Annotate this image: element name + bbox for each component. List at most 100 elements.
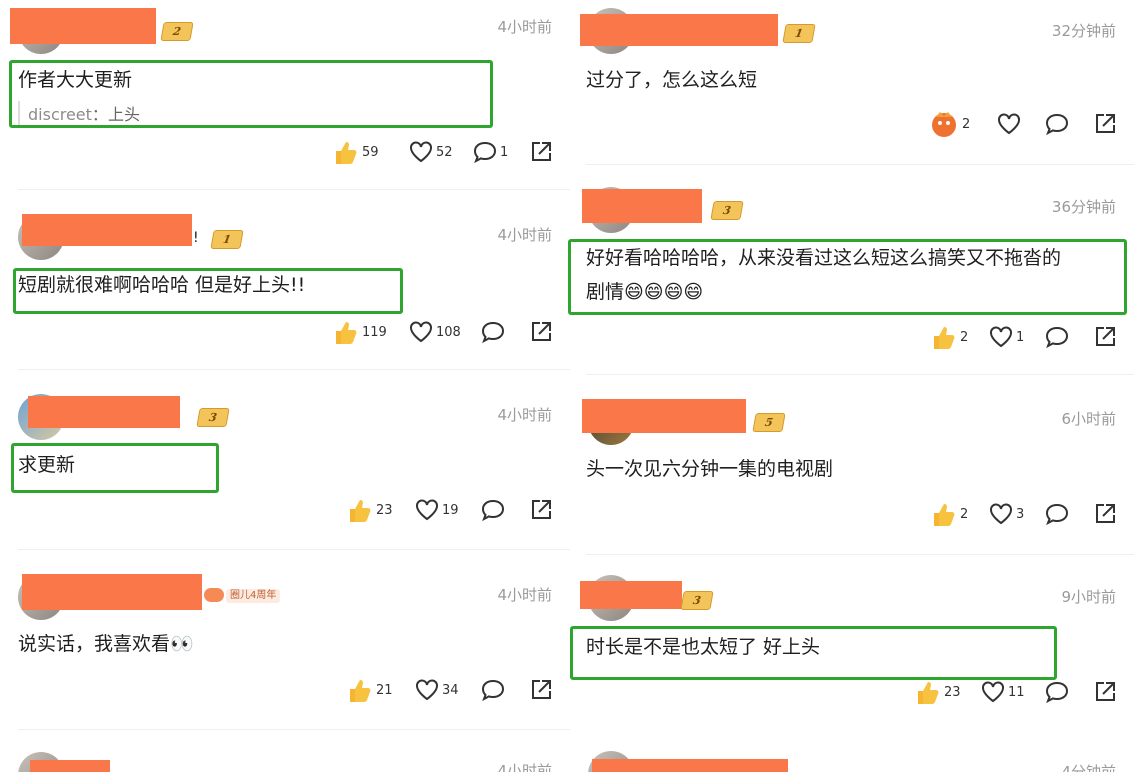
like-count: 59 — [362, 144, 379, 160]
level-badge: 5 — [752, 413, 786, 432]
share-icon — [1096, 682, 1115, 701]
heart-button[interactable]: 108 — [408, 316, 461, 348]
comment-icon — [1045, 113, 1069, 136]
like-button[interactable]: 59 — [330, 136, 379, 168]
timestamp: 6小时前 — [1061, 410, 1116, 428]
thumbs-up-icon — [350, 680, 371, 702]
left-comment-column: 2 4小时前 作者大大更新 discreet：上头 59 52 1 ! 1 4小… — [0, 0, 570, 772]
action-bar: 59 52 1 — [330, 136, 560, 168]
share-button[interactable] — [528, 316, 554, 348]
comment-text: 过分了，怎么这么短 — [586, 69, 758, 91]
heart-button[interactable]: 1 — [988, 321, 1024, 353]
like-count: 23 — [944, 684, 961, 700]
share-button[interactable] — [528, 674, 554, 706]
action-bar: 21 34 — [344, 674, 560, 706]
redacted-username — [10, 8, 156, 44]
heart-icon — [990, 326, 1012, 348]
thumbs-up-icon — [934, 504, 955, 526]
timestamp: 9小时前 — [1061, 588, 1116, 606]
comment-item: 5 6小时前 头一次见六分钟一集的电视剧 2 3 — [572, 375, 1134, 555]
highlight-box — [11, 443, 219, 493]
redacted-username — [582, 399, 746, 433]
share-button[interactable] — [1092, 676, 1118, 708]
heart-button[interactable]: 11 — [980, 676, 1025, 708]
heart-button[interactable]: 34 — [414, 674, 459, 706]
comment-button[interactable] — [480, 494, 506, 526]
heart-icon — [990, 503, 1012, 525]
level-badge: 3 — [196, 408, 230, 427]
comment-item: 3 4小时前 求更新 23 19 — [0, 370, 570, 550]
heart-count: 108 — [436, 324, 461, 340]
like-button[interactable]: 2 — [928, 321, 968, 353]
comment-button[interactable] — [1044, 108, 1070, 140]
like-count: 2 — [960, 506, 969, 522]
comment-item: 3 9小时前 时长是不是也太短了 好上头 23 11 — [570, 555, 1134, 733]
share-icon — [532, 680, 551, 699]
like-count: 21 — [376, 682, 393, 698]
heart-icon — [982, 681, 1004, 703]
comment-icon — [481, 679, 505, 702]
share-icon — [532, 142, 551, 161]
redacted-username — [580, 581, 682, 609]
thumbs-up-icon — [934, 327, 955, 349]
comment-button[interactable] — [1044, 498, 1070, 530]
thumbs-up-icon — [336, 142, 357, 164]
share-button[interactable] — [528, 494, 554, 526]
heart-count: 11 — [1008, 684, 1025, 700]
share-icon — [532, 322, 551, 341]
comment-button[interactable]: 1 — [472, 136, 508, 168]
share-button[interactable] — [528, 136, 554, 168]
redacted-username — [22, 574, 202, 610]
heart-icon — [416, 679, 438, 701]
share-button[interactable] — [1092, 498, 1118, 530]
share-button[interactable] — [1092, 321, 1118, 353]
comment-item: 圈儿4周年 4小时前 说实话，我喜欢看👀 21 34 — [0, 550, 570, 730]
comment-item: 2 4小时前 作者大大更新 discreet：上头 59 52 1 — [0, 0, 570, 190]
thumbs-up-icon — [336, 322, 357, 344]
comment-icon — [473, 141, 497, 164]
comment-button[interactable] — [1044, 676, 1070, 708]
comment-item: 4分钟前 — [572, 733, 1134, 772]
timestamp: 4分钟前 — [1061, 763, 1116, 772]
heart-count: 34 — [442, 682, 459, 698]
action-bar: 2 3 — [928, 498, 1128, 530]
heart-icon — [998, 113, 1020, 135]
action-bar: 23 11 — [912, 676, 1128, 708]
comment-button[interactable] — [480, 316, 506, 348]
heart-button[interactable]: 3 — [988, 498, 1024, 530]
like-button[interactable]: 119 — [330, 316, 387, 348]
share-button[interactable] — [1092, 108, 1118, 140]
highlight-box — [568, 239, 1127, 315]
highlight-box — [570, 626, 1057, 680]
redacted-username — [582, 189, 702, 223]
share-icon — [1096, 504, 1115, 523]
like-count: 119 — [362, 324, 387, 340]
level-badge: 3 — [710, 201, 744, 220]
redacted-username — [28, 396, 180, 428]
gift-count: 2 — [962, 116, 971, 132]
heart-button[interactable] — [996, 108, 1022, 140]
share-icon — [1096, 114, 1115, 133]
gift-button[interactable]: 2 — [928, 108, 970, 140]
like-button[interactable]: 23 — [344, 494, 393, 526]
action-bar: 23 19 — [344, 494, 560, 526]
like-button[interactable]: 2 — [928, 498, 968, 530]
like-count: 23 — [376, 502, 393, 518]
comment-icon — [481, 499, 505, 522]
comment-item: 1 32分钟前 过分了，怎么这么短 2 — [572, 0, 1134, 165]
comment-button[interactable] — [1044, 321, 1070, 353]
heart-button[interactable]: 52 — [408, 136, 453, 168]
comment-item: ! 1 4小时前 短剧就很难啊哈哈哈 但是好上头!! 119 108 — [0, 190, 570, 370]
comment-count: 1 — [500, 144, 509, 160]
heart-button[interactable]: 19 — [414, 494, 459, 526]
action-bar: 2 1 — [928, 321, 1128, 353]
comment-item: 4小时前 — [0, 730, 570, 772]
timestamp: 36分钟前 — [1051, 198, 1116, 216]
like-button[interactable]: 23 — [912, 676, 961, 708]
comment-icon — [481, 321, 505, 344]
comment-icon — [1045, 503, 1069, 526]
gift-icon — [932, 112, 956, 137]
anniversary-icon — [204, 588, 224, 602]
like-button[interactable]: 21 — [344, 674, 393, 706]
comment-button[interactable] — [480, 674, 506, 706]
